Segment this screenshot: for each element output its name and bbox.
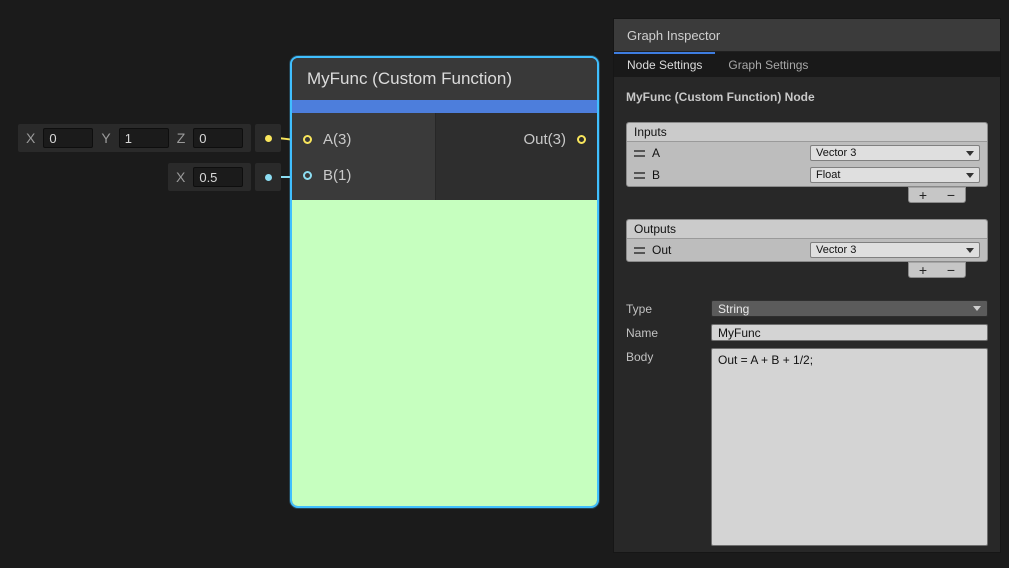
float-slot-editor: X bbox=[168, 163, 281, 191]
chevron-down-icon bbox=[973, 306, 981, 311]
inputs-list-footer: + − bbox=[626, 187, 966, 203]
tab-node-settings-label: Node Settings bbox=[627, 58, 702, 72]
z-component-input[interactable] bbox=[193, 128, 243, 148]
z-component-label: Z bbox=[177, 130, 186, 146]
tab-node-settings[interactable]: Node Settings bbox=[614, 52, 715, 77]
input-port-a: A(3) bbox=[292, 121, 435, 157]
active-tab-indicator bbox=[614, 52, 715, 54]
add-input-button[interactable]: + bbox=[909, 188, 937, 202]
float-value-input[interactable] bbox=[193, 167, 243, 187]
name-label: Name bbox=[626, 324, 711, 341]
output-ports-column: Out(3) bbox=[436, 113, 597, 200]
input-a-type-value: Vector 3 bbox=[816, 147, 856, 159]
port-b-label: B(1) bbox=[323, 167, 351, 184]
name-field[interactable] bbox=[711, 324, 988, 341]
node-preview bbox=[292, 200, 597, 506]
vector3-slot-editor: X Y Z bbox=[18, 124, 281, 152]
graph-inspector-panel: Graph Inspector Node Settings Graph Sett… bbox=[613, 18, 1001, 553]
remove-output-button[interactable]: − bbox=[937, 263, 965, 277]
node-accent-bar bbox=[292, 100, 597, 113]
inputs-list-header: Inputs bbox=[627, 123, 987, 142]
vector3-connector-dot-icon bbox=[265, 135, 272, 142]
port-out-connector-icon[interactable] bbox=[577, 135, 586, 144]
chevron-down-icon bbox=[966, 248, 974, 253]
input-port-b: B(1) bbox=[292, 157, 435, 193]
y-component-input[interactable] bbox=[119, 128, 169, 148]
name-property-row: Name bbox=[626, 324, 988, 341]
node-settings-heading: MyFunc (Custom Function) Node bbox=[626, 90, 988, 104]
input-ports-column: A(3) B(1) bbox=[292, 113, 436, 200]
x-component-input[interactable] bbox=[43, 128, 93, 148]
node-port-area: A(3) B(1) Out(3) bbox=[292, 113, 597, 200]
inputs-footer-buttons: + − bbox=[908, 187, 966, 203]
input-b-type-dropdown[interactable]: Float bbox=[810, 167, 980, 183]
output-port-out: Out(3) bbox=[436, 121, 597, 157]
float-connector-tab bbox=[255, 163, 281, 191]
node-title[interactable]: MyFunc (Custom Function) bbox=[292, 58, 597, 100]
input-b-type-value: Float bbox=[816, 169, 840, 181]
inspector-header[interactable]: Graph Inspector bbox=[614, 19, 1000, 52]
output-out-name: Out bbox=[652, 243, 803, 257]
inputs-list: Inputs A Vector 3 B Float bbox=[626, 122, 988, 187]
body-field[interactable]: Out = A + B + 1/2; bbox=[711, 348, 988, 546]
x-component-label: X bbox=[176, 169, 185, 185]
output-out-type-value: Vector 3 bbox=[816, 244, 856, 256]
float-connector-dot-icon bbox=[265, 174, 272, 181]
body-property-row: Body Out = A + B + 1/2; bbox=[626, 348, 988, 546]
inputs-row-b[interactable]: B Float bbox=[627, 164, 987, 186]
chevron-down-icon bbox=[966, 151, 974, 156]
tab-graph-settings-label: Graph Settings bbox=[728, 58, 808, 72]
port-b-connector-icon[interactable] bbox=[303, 171, 312, 180]
type-value: String bbox=[718, 302, 749, 316]
outputs-list-header: Outputs bbox=[627, 220, 987, 239]
inspector-tab-bar: Node Settings Graph Settings bbox=[614, 52, 1000, 77]
drag-handle-icon[interactable] bbox=[634, 172, 645, 179]
y-component-label: Y bbox=[101, 130, 110, 146]
vector3-fields: X Y Z bbox=[18, 124, 251, 152]
type-property-row: Type String bbox=[626, 300, 988, 317]
x-component-label: X bbox=[26, 130, 35, 146]
port-a-connector-icon[interactable] bbox=[303, 135, 312, 144]
outputs-footer-buttons: + − bbox=[908, 262, 966, 278]
add-output-button[interactable]: + bbox=[909, 263, 937, 277]
outputs-list: Outputs Out Vector 3 bbox=[626, 219, 988, 262]
inspector-content: MyFunc (Custom Function) Node Inputs A V… bbox=[614, 77, 1000, 561]
chevron-down-icon bbox=[966, 173, 974, 178]
type-label: Type bbox=[626, 300, 711, 317]
port-out-label: Out(3) bbox=[523, 131, 566, 148]
drag-handle-icon[interactable] bbox=[634, 150, 645, 157]
input-a-name: A bbox=[652, 146, 803, 160]
inputs-row-a[interactable]: A Vector 3 bbox=[627, 142, 987, 164]
body-label: Body bbox=[626, 348, 711, 546]
input-b-name: B bbox=[652, 168, 803, 182]
outputs-row-out[interactable]: Out Vector 3 bbox=[627, 239, 987, 261]
float-fields: X bbox=[168, 163, 251, 191]
custom-function-node[interactable]: MyFunc (Custom Function) A(3) B(1) Out(3… bbox=[290, 56, 599, 508]
output-out-type-dropdown[interactable]: Vector 3 bbox=[810, 242, 980, 258]
port-a-label: A(3) bbox=[323, 131, 351, 148]
type-dropdown[interactable]: String bbox=[711, 300, 988, 317]
input-a-type-dropdown[interactable]: Vector 3 bbox=[810, 145, 980, 161]
tab-graph-settings[interactable]: Graph Settings bbox=[715, 52, 821, 77]
vector3-connector-tab bbox=[255, 124, 281, 152]
outputs-list-footer: + − bbox=[626, 262, 966, 278]
remove-input-button[interactable]: − bbox=[937, 188, 965, 202]
drag-handle-icon[interactable] bbox=[634, 247, 645, 254]
